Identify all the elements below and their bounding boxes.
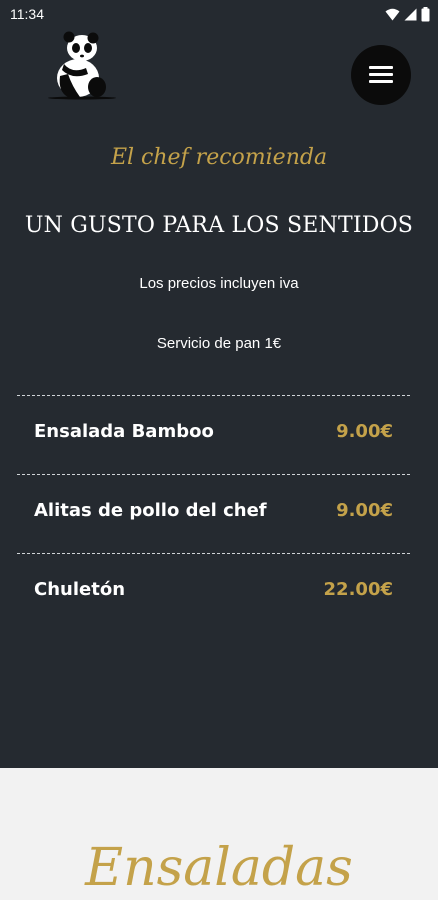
menu-list: Ensalada Bamboo 9.00€ Alitas de pollo de… xyxy=(17,395,410,632)
status-time: 11:34 xyxy=(10,6,44,22)
menu-item-name: Ensalada Bamboo xyxy=(34,421,214,442)
menu-item-name: Chuletón xyxy=(34,579,126,600)
menu-item-price: 9.00€ xyxy=(336,421,393,442)
menu-item-price: 9.00€ xyxy=(336,500,393,521)
panda-logo[interactable] xyxy=(46,30,118,102)
salads-section-title: Ensaladas xyxy=(85,838,353,898)
section-subtitle: El chef recomienda xyxy=(110,145,328,170)
status-icons xyxy=(385,6,430,22)
hamburger-menu-icon xyxy=(369,66,393,84)
hamburger-menu-button[interactable] xyxy=(351,45,411,105)
menu-item: Alitas de pollo del chef 9.00€ xyxy=(17,474,410,553)
prices-note: Los precios incluyen iva xyxy=(139,275,299,292)
page-title: UN GUSTO PARA LOS SENTIDOS xyxy=(24,213,414,238)
menu-item: Chuletón 22.00€ xyxy=(17,553,410,632)
bread-service-note: Servicio de pan 1€ xyxy=(156,335,282,352)
menu-item: Ensalada Bamboo 9.00€ xyxy=(17,395,410,474)
menu-item-price: 22.00€ xyxy=(323,579,393,600)
recommendation-section xyxy=(0,0,438,768)
wifi-icon xyxy=(385,8,400,20)
panda-icon xyxy=(48,31,116,100)
signal-icon xyxy=(404,8,417,20)
menu-item-name: Alitas de pollo del chef xyxy=(34,500,267,521)
status-bar: 11:34 xyxy=(0,0,438,28)
battery-icon xyxy=(421,6,430,21)
